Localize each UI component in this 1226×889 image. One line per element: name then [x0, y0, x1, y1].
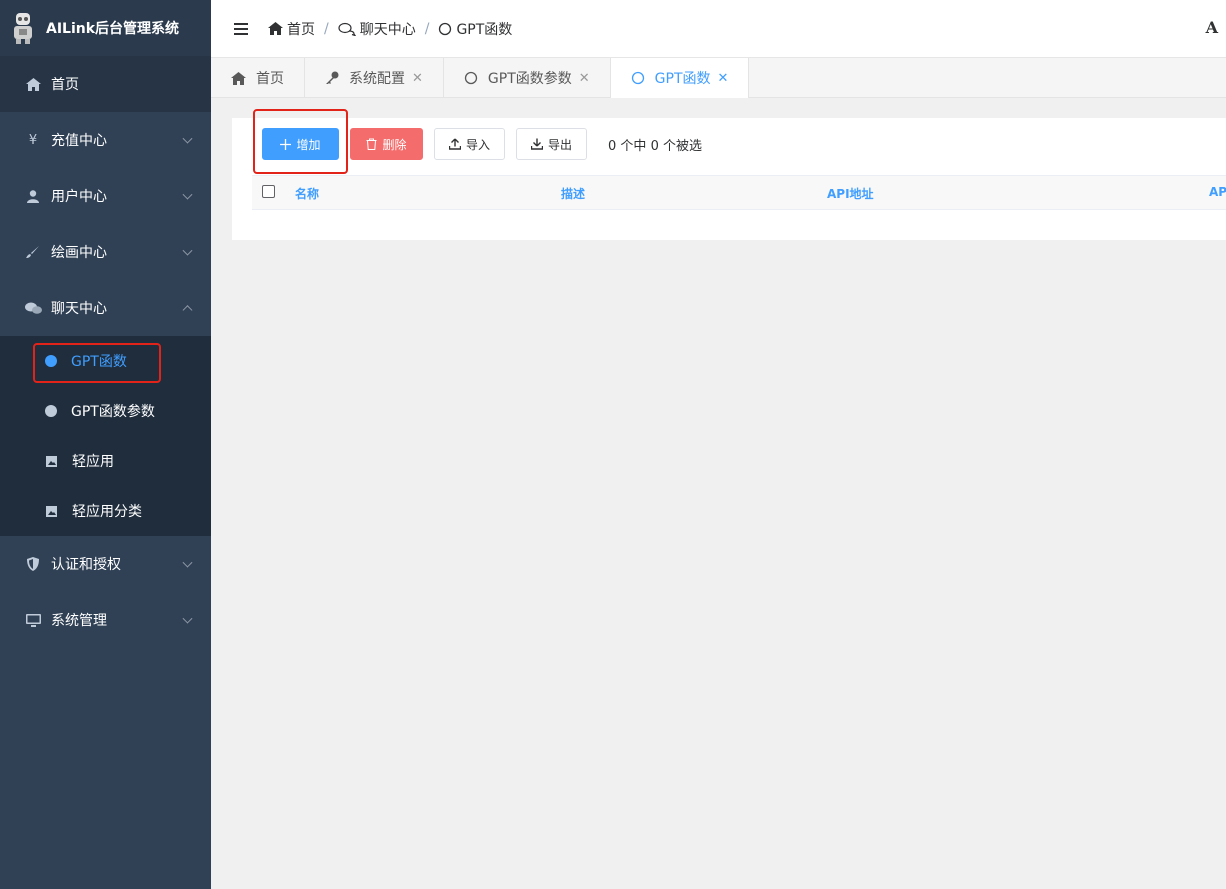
- circle-icon: [631, 71, 645, 85]
- chat-icon: [24, 302, 42, 315]
- export-button-label: 导出: [548, 137, 573, 152]
- delete-button-label: 删除: [382, 137, 407, 152]
- submenu-item-gpt-function-params[interactable]: GPT函数参数: [0, 386, 211, 436]
- menu-item-recharge[interactable]: ¥ 充值中心: [0, 112, 211, 168]
- submenu-label: 轻应用: [72, 454, 114, 470]
- content-card: 增加 删除 导入 导出 0 个中 0 个被选 名称 描述 API地址 AP: [232, 118, 1226, 240]
- menu-item-drawing[interactable]: 绘画中心: [0, 224, 211, 280]
- column-header-api-url[interactable]: API地址: [827, 185, 874, 202]
- user-icon: [24, 189, 42, 203]
- export-button[interactable]: 导出: [516, 128, 588, 160]
- chevron-down-icon: [182, 189, 193, 200]
- brush-icon: [24, 245, 42, 259]
- sidebar: AILink后台管理系统 首页 ¥ 充值中心 用户中心 绘画中心 聊天中心 GP…: [0, 0, 211, 889]
- column-header-description[interactable]: 描述: [561, 185, 585, 202]
- monitor-icon: [24, 613, 42, 627]
- navbar-right-text[interactable]: A: [1206, 18, 1218, 37]
- menu-label: 认证和授权: [51, 557, 121, 573]
- column-header-name[interactable]: 名称: [295, 185, 319, 202]
- menu-item-system[interactable]: 系统管理: [0, 592, 211, 648]
- breadcrumb-separator: /: [424, 20, 430, 37]
- submenu-item-light-app[interactable]: 轻应用: [0, 436, 211, 486]
- menu-label: 系统管理: [51, 613, 107, 629]
- shield-icon: [24, 557, 42, 571]
- breadcrumb: 首页 / 聊天中心 / GPT函数: [268, 19, 512, 39]
- tab-gpt-function-params[interactable]: GPT函数参数 ✕: [444, 58, 611, 98]
- tab-system-config[interactable]: 系统配置 ✕: [305, 58, 444, 98]
- breadcrumb-item-gpt-function: GPT函数: [456, 21, 513, 38]
- tab-label: 系统配置: [349, 71, 405, 87]
- menu-item-auth[interactable]: 认证和授权: [0, 536, 211, 592]
- menu-label: 首页: [51, 77, 79, 93]
- selection-info: 0 个中 0 个被选: [608, 138, 702, 154]
- breadcrumb-item-chat[interactable]: 聊天中心: [360, 19, 416, 39]
- submenu-label: 轻应用分类: [72, 504, 142, 520]
- import-button[interactable]: 导入: [434, 128, 506, 160]
- menu-item-users[interactable]: 用户中心: [0, 168, 211, 224]
- chevron-down-icon: [182, 557, 193, 568]
- menu-item-home[interactable]: 首页: [0, 56, 211, 112]
- home-icon: [268, 22, 283, 35]
- menu-label: 充值中心: [51, 133, 107, 149]
- hamburger-icon[interactable]: [234, 20, 248, 38]
- delete-button[interactable]: 删除: [350, 128, 423, 160]
- close-icon[interactable]: ✕: [412, 71, 423, 86]
- chevron-down-icon: [182, 133, 193, 144]
- picture-icon: [46, 505, 57, 517]
- close-icon[interactable]: ✕: [579, 71, 590, 86]
- trash-icon: [366, 138, 377, 150]
- robot-logo-icon: [10, 11, 36, 45]
- chevron-down-icon: [182, 613, 193, 624]
- download-icon: [531, 138, 544, 150]
- import-button-label: 导入: [466, 137, 491, 152]
- menu-label: 用户中心: [51, 189, 107, 205]
- upload-icon: [449, 138, 461, 150]
- add-button-highlight-annotation: [253, 109, 348, 174]
- tab-home[interactable]: 首页: [211, 58, 305, 98]
- tab-gpt-function[interactable]: GPT函数 ✕: [610, 58, 750, 98]
- app-title: AILink后台管理系统: [46, 21, 180, 37]
- tags-view: 首页 系统配置 ✕ GPT函数参数 ✕ GPT函数 ✕: [211, 58, 1226, 98]
- yen-icon: ¥: [28, 132, 38, 148]
- picture-icon: [46, 455, 57, 467]
- column-header-ap[interactable]: AP: [1209, 185, 1226, 199]
- submenu-label: GPT函数参数: [71, 404, 155, 420]
- logo-bar: AILink后台管理系统: [0, 0, 211, 56]
- menu-label: 聊天中心: [51, 301, 107, 317]
- menu-label: 绘画中心: [51, 245, 107, 261]
- chevron-up-icon: [182, 305, 193, 316]
- circle-icon: [464, 71, 478, 85]
- chat-icon: [338, 22, 356, 36]
- top-navbar: 首页 / 聊天中心 / GPT函数 A: [211, 0, 1226, 58]
- table-header: 名称 描述 API地址 AP: [252, 175, 1226, 210]
- breadcrumb-separator: /: [324, 20, 329, 37]
- key-icon: [325, 71, 339, 85]
- home-icon: [231, 71, 246, 85]
- select-all-checkbox[interactable]: [262, 185, 275, 198]
- tab-label: 首页: [256, 71, 284, 87]
- submenu-item-light-app-category[interactable]: 轻应用分类: [0, 486, 211, 536]
- circle-icon: [438, 22, 452, 36]
- dot-icon: [45, 405, 57, 417]
- menu-item-chat[interactable]: 聊天中心: [0, 280, 211, 336]
- breadcrumb-item-home[interactable]: 首页: [287, 19, 315, 39]
- submenu-highlight-annotation: [33, 343, 161, 383]
- tab-label: GPT函数参数: [487, 71, 572, 87]
- close-icon[interactable]: ✕: [718, 71, 729, 86]
- home-icon: [24, 77, 42, 91]
- chevron-down-icon: [182, 245, 193, 256]
- tab-label: GPT函数: [654, 71, 711, 87]
